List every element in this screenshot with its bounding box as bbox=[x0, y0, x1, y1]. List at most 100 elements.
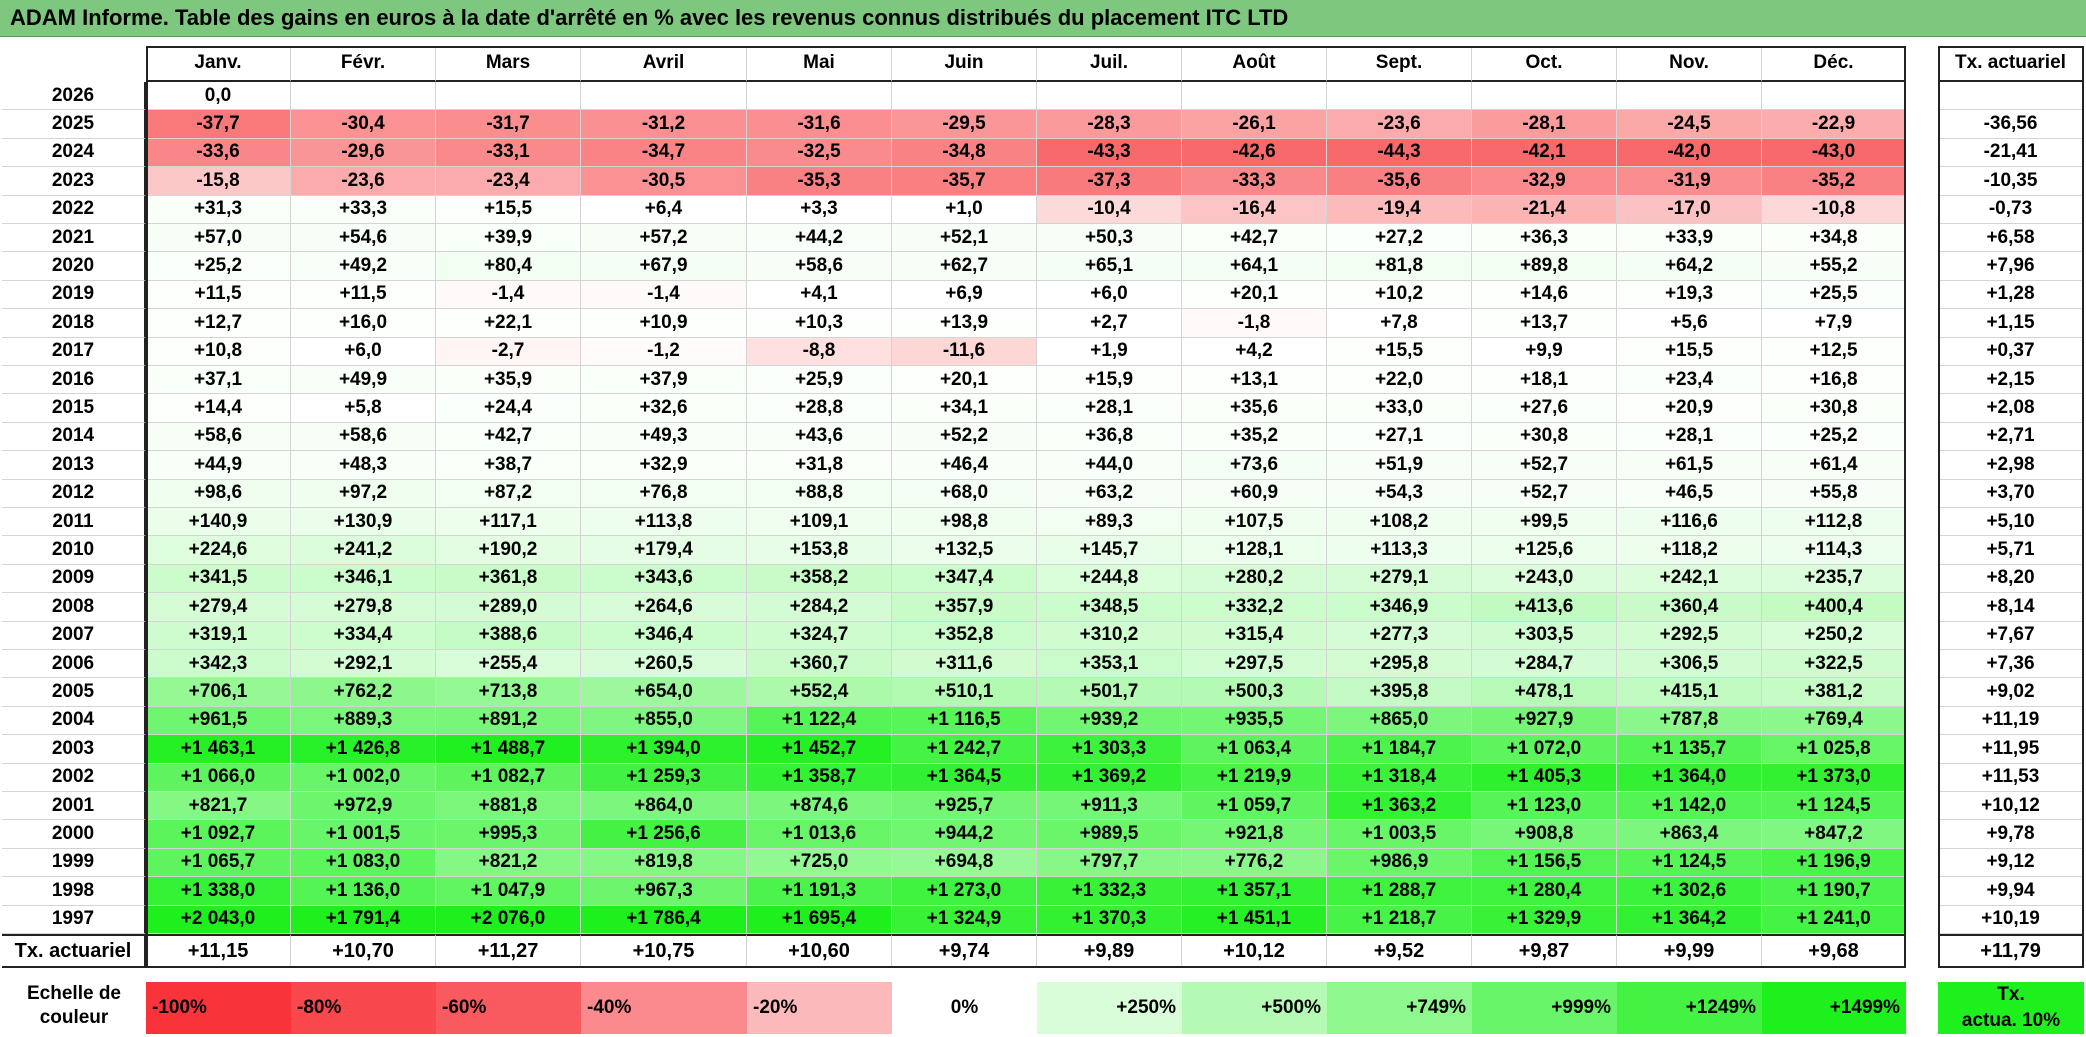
table-cell: +31,8 bbox=[747, 451, 892, 480]
table-cell: +353,1 bbox=[1037, 650, 1182, 679]
row-rate: +7,36 bbox=[1938, 650, 2084, 679]
table-cell: -32,9 bbox=[1472, 167, 1617, 196]
year-label: 2019 bbox=[2, 280, 146, 310]
table-cell: +235,7 bbox=[1762, 564, 1906, 594]
year-label: 2002 bbox=[2, 763, 146, 792]
table-cell: +935,5 bbox=[1182, 706, 1327, 736]
table-cell: +39,9 bbox=[436, 224, 581, 253]
month-header: Mars bbox=[436, 46, 581, 82]
table-cell: +87,2 bbox=[436, 479, 581, 508]
table-cell: +113,8 bbox=[581, 508, 747, 537]
table-cell: +1 488,7 bbox=[436, 735, 581, 764]
table-cell: +37,9 bbox=[581, 366, 747, 395]
table-cell: -31,9 bbox=[1617, 167, 1762, 196]
totals-cell: +10,70 bbox=[291, 934, 436, 968]
table-cell: -42,1 bbox=[1472, 138, 1617, 168]
row-rate: +9,94 bbox=[1938, 877, 2084, 906]
table-cell: +797,7 bbox=[1037, 848, 1182, 878]
table-cell: +1 002,0 bbox=[291, 763, 436, 792]
table-cell: +125,6 bbox=[1472, 536, 1617, 565]
table-cell: +713,8 bbox=[436, 678, 581, 707]
table-cell: -42,6 bbox=[1182, 138, 1327, 168]
table-cell: +1 025,8 bbox=[1762, 735, 1906, 764]
table-cell: +360,4 bbox=[1617, 593, 1762, 622]
table-cell: +13,9 bbox=[892, 309, 1037, 338]
table-cell: +28,1 bbox=[1617, 422, 1762, 452]
row-rate: +1,15 bbox=[1938, 309, 2084, 338]
row-rate: +8,20 bbox=[1938, 564, 2084, 594]
table-cell: +1 280,4 bbox=[1472, 877, 1617, 906]
totals-cell: +10,12 bbox=[1182, 934, 1327, 968]
table-cell: +81,8 bbox=[1327, 252, 1472, 281]
table-cell bbox=[291, 82, 436, 111]
table-cell: +44,2 bbox=[747, 224, 892, 253]
table-cell: +6,0 bbox=[291, 337, 436, 366]
table-cell: -31,6 bbox=[747, 110, 892, 139]
year-label: 2025 bbox=[2, 110, 146, 139]
table-cell: +88,8 bbox=[747, 479, 892, 508]
totals-cell: +11,27 bbox=[436, 934, 581, 968]
table-cell: +44,9 bbox=[146, 451, 291, 480]
year-label: 2013 bbox=[2, 451, 146, 480]
table-cell: +76,8 bbox=[581, 479, 747, 508]
table-cell: +292,5 bbox=[1617, 621, 1762, 650]
table-cell: +62,7 bbox=[892, 252, 1037, 281]
table-cell: +939,2 bbox=[1037, 706, 1182, 736]
table-cell: +347,4 bbox=[892, 564, 1037, 594]
table-cell: +921,8 bbox=[1182, 820, 1327, 849]
table-cell: +224,6 bbox=[146, 536, 291, 565]
table-cell: +1 329,9 bbox=[1472, 905, 1617, 934]
table-cell: +346,9 bbox=[1327, 593, 1472, 622]
table-cell: +33,0 bbox=[1327, 394, 1472, 423]
table-cell: +360,7 bbox=[747, 650, 892, 679]
table-cell: +989,5 bbox=[1037, 820, 1182, 849]
year-label: 2017 bbox=[2, 337, 146, 366]
row-rate: +2,98 bbox=[1938, 451, 2084, 480]
table-cell: +80,4 bbox=[436, 252, 581, 281]
table-cell: +114,3 bbox=[1762, 536, 1906, 565]
table-cell bbox=[1182, 82, 1327, 111]
table-cell: +891,2 bbox=[436, 706, 581, 736]
legend-swatch: -40% bbox=[581, 982, 747, 1034]
table-cell: +725,0 bbox=[747, 848, 892, 878]
year-label: 2014 bbox=[2, 422, 146, 452]
year-label: 2012 bbox=[2, 479, 146, 508]
table-cell: +280,2 bbox=[1182, 564, 1327, 594]
table-cell: -30,5 bbox=[581, 167, 747, 196]
table-cell: -34,7 bbox=[581, 138, 747, 168]
table-cell: +12,5 bbox=[1762, 337, 1906, 366]
table-cell: +1 364,0 bbox=[1617, 763, 1762, 792]
legend-swatch: +250% bbox=[1037, 982, 1182, 1034]
table-cell: +381,2 bbox=[1762, 678, 1906, 707]
table-cell: -16,4 bbox=[1182, 195, 1327, 224]
table-cell: +881,8 bbox=[436, 792, 581, 821]
table-cell: +332,2 bbox=[1182, 593, 1327, 622]
table-cell: +1 791,4 bbox=[291, 905, 436, 934]
table-cell: +500,3 bbox=[1182, 678, 1327, 707]
table-cell: -33,1 bbox=[436, 138, 581, 168]
totals-cell: +9,87 bbox=[1472, 934, 1617, 968]
row-rate: +9,78 bbox=[1938, 820, 2084, 849]
rate-header: Tx. actuariel bbox=[1938, 46, 2084, 82]
table-cell: +34,8 bbox=[1762, 224, 1906, 253]
table-cell: +260,5 bbox=[581, 650, 747, 679]
table-cell: +24,4 bbox=[436, 394, 581, 423]
legend-swatch: -20% bbox=[747, 982, 892, 1034]
totals-cell: +9,89 bbox=[1037, 934, 1182, 968]
table-cell: +20,1 bbox=[1182, 280, 1327, 310]
table-cell: +1 124,5 bbox=[1617, 848, 1762, 878]
year-label: 2006 bbox=[2, 650, 146, 679]
table-cell: +46,4 bbox=[892, 451, 1037, 480]
table-cell: -35,6 bbox=[1327, 167, 1472, 196]
table-cell: +889,3 bbox=[291, 706, 436, 736]
table-cell: -19,4 bbox=[1327, 195, 1472, 224]
table-cell: +11,5 bbox=[146, 280, 291, 310]
year-label: 2016 bbox=[2, 366, 146, 395]
table-cell: +1 288,7 bbox=[1327, 877, 1472, 906]
legend-swatch: +1249% bbox=[1617, 982, 1762, 1034]
table-cell: +284,7 bbox=[1472, 650, 1617, 679]
table-cell: +116,6 bbox=[1617, 508, 1762, 537]
table-cell: +388,6 bbox=[436, 621, 581, 650]
table-cell: +37,1 bbox=[146, 366, 291, 395]
table-cell: +10,2 bbox=[1327, 280, 1472, 310]
